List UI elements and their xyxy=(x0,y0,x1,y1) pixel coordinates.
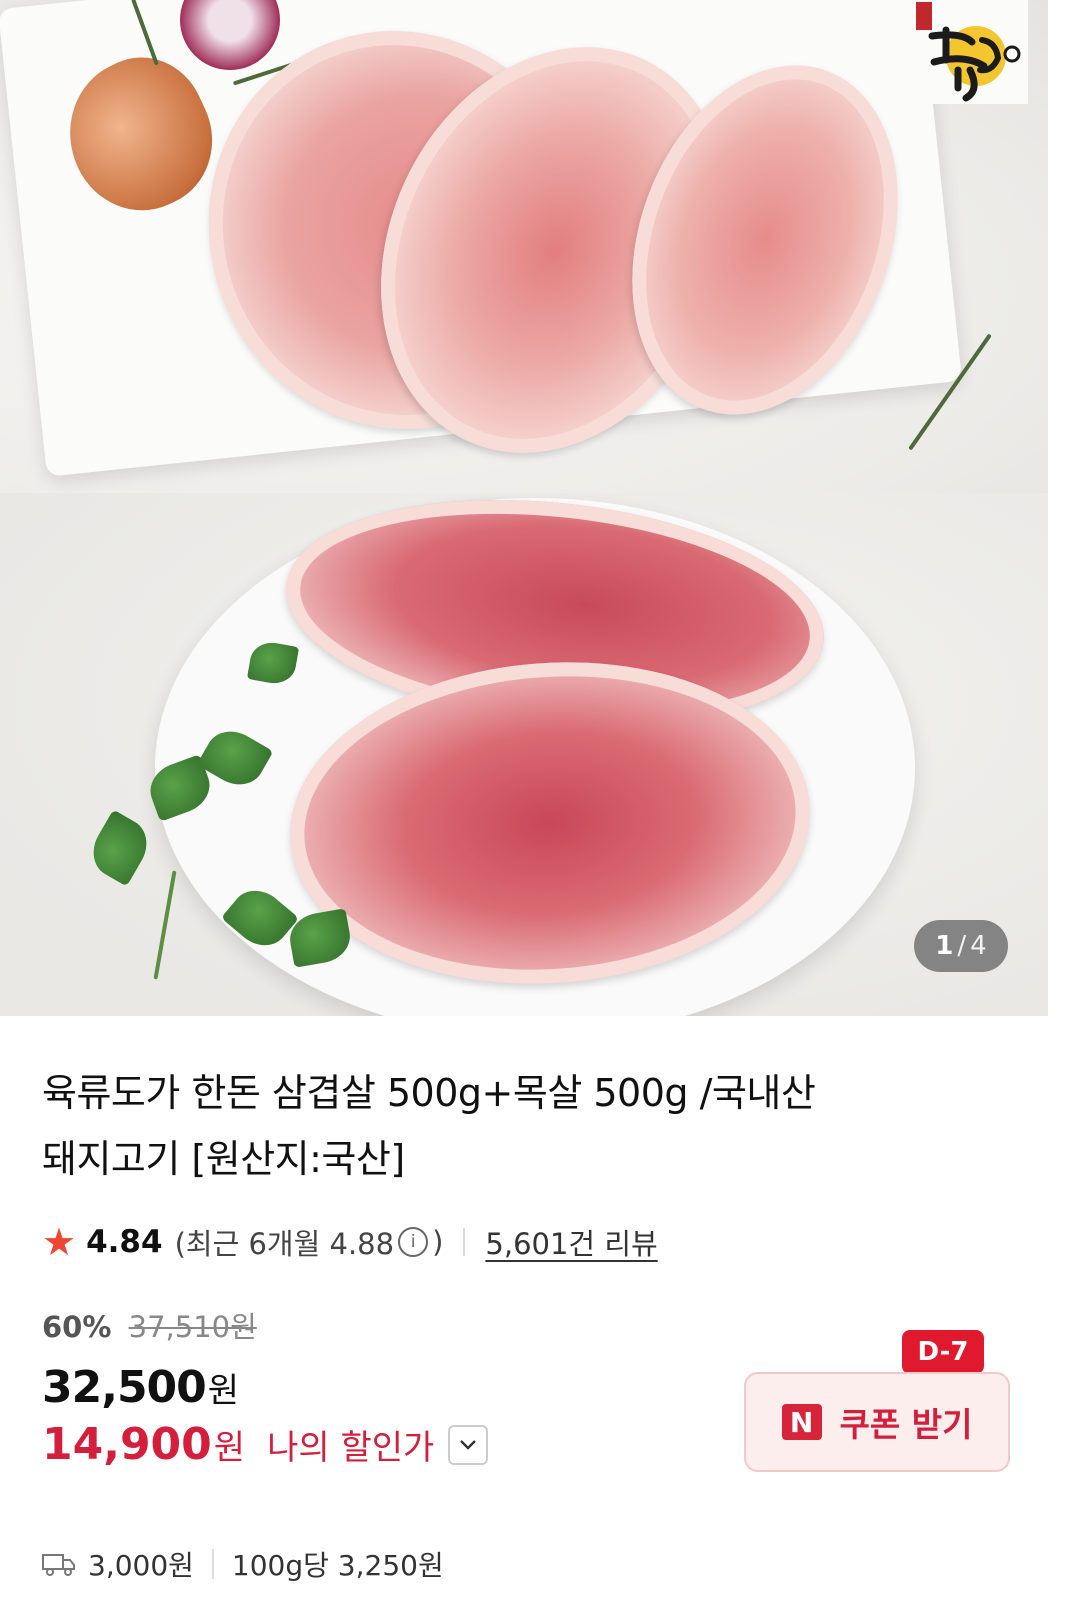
parsley-stem xyxy=(153,870,177,980)
product-title: 육류도가 한돈 삼겹살 500g+목살 500g /국내산 돼지고기 [원산지:… xyxy=(42,1016,1006,1192)
coupon-dday-badge: D-7 xyxy=(902,1330,984,1384)
naver-n-icon: N xyxy=(781,1404,822,1440)
info-icon[interactable]: i xyxy=(398,1227,429,1257)
unit-price: 100g당 3,250원 xyxy=(231,1549,444,1582)
product-title-line1: 육류도가 한돈 삼겹살 500g+목살 500g /국내산 xyxy=(42,1071,816,1115)
coupon-button[interactable]: N 쿠폰 받기 xyxy=(744,1372,1010,1472)
divider xyxy=(463,1228,466,1256)
hanton-logo xyxy=(912,0,1028,104)
product-image-gallery[interactable]: 1 / 4 xyxy=(0,0,1048,1016)
rating-row: ★ 4.84 (최근 6개월 4.88 i ) 5,601건 리뷰 xyxy=(42,1220,1006,1264)
review-count-link[interactable]: 5,601건 리뷰 xyxy=(485,1221,657,1263)
recent-rating-text: (최근 6개월 4.88 xyxy=(174,1227,395,1261)
divider xyxy=(211,1549,214,1579)
delivery-fee: 3,000원 xyxy=(88,1549,194,1582)
image-counter-separator: / xyxy=(957,931,967,961)
coupon-button-label: 쿠폰 받기 xyxy=(839,1405,973,1444)
delivery-row: 3,000원 100g당 3,250원 xyxy=(42,1544,1006,1584)
star-icon: ★ xyxy=(42,1220,77,1264)
current-price-unit: 원 xyxy=(207,1371,239,1411)
original-price-row: 60% 37,510원 xyxy=(42,1304,1006,1346)
parsley-leaf xyxy=(83,809,157,887)
product-title-line2: 돼지고기 [원산지:국산] xyxy=(42,1137,405,1181)
original-price: 37,510원 xyxy=(128,1310,257,1344)
current-price-value: 32,500 xyxy=(42,1362,207,1413)
chevron-down-icon[interactable] xyxy=(448,1424,489,1465)
pork-belly-photo xyxy=(0,0,1048,511)
image-counter-total: 4 xyxy=(970,931,987,961)
price-block: 60% 37,510원 32,500원 14,900 원 나의 할인가 D-7 N… xyxy=(42,1304,1010,1524)
image-counter: 1 / 4 xyxy=(914,920,1008,972)
discount-rate: 60% xyxy=(42,1310,112,1344)
truck-icon xyxy=(42,1554,75,1576)
product-info: 육류도가 한돈 삼겹살 500g+목살 500g /국내산 돼지고기 [원산지:… xyxy=(0,1016,1048,1584)
my-price-unit: 원 xyxy=(213,1428,246,1468)
pork-neck-photo xyxy=(0,475,1048,1016)
my-price-label: 나의 할인가 xyxy=(267,1428,435,1468)
rating-score: 4.84 xyxy=(86,1224,163,1260)
my-price-value: 14,900 xyxy=(42,1419,212,1470)
image-counter-current: 1 xyxy=(935,931,954,961)
recent-rating-close: ) xyxy=(432,1225,444,1259)
